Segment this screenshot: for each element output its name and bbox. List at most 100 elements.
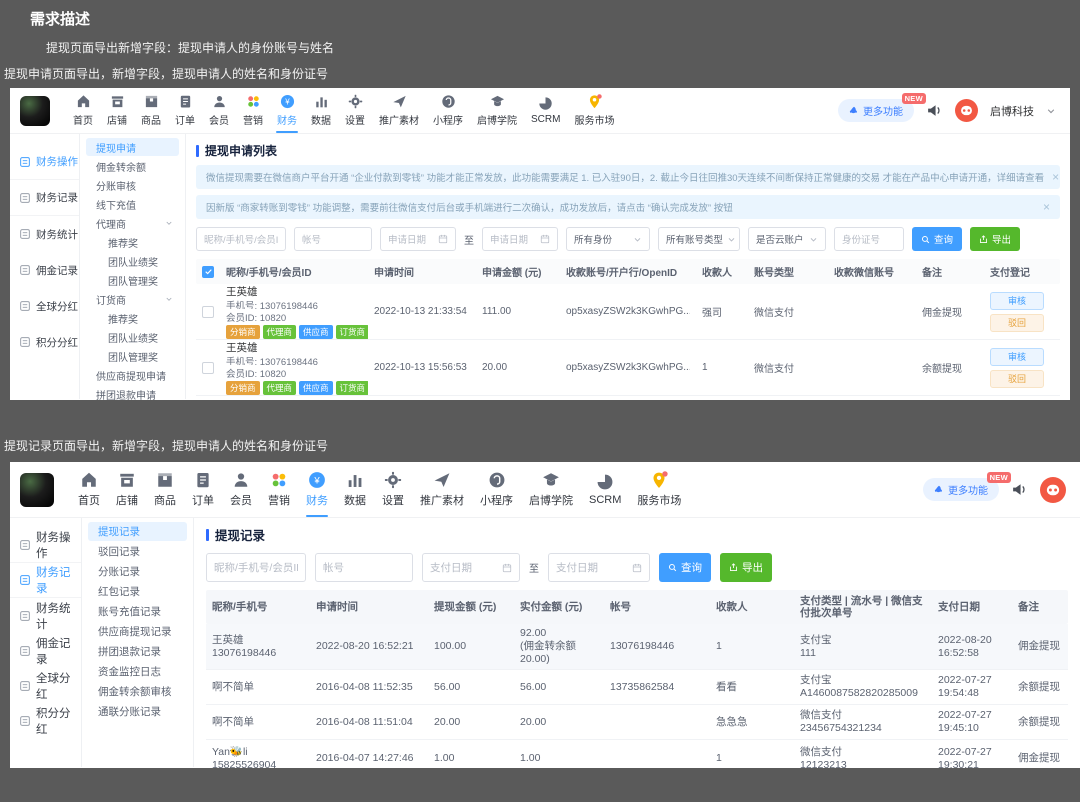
- submenu-item-团队管理奖[interactable]: 团队管理奖: [86, 347, 179, 365]
- filter-input[interactable]: 帐号: [315, 553, 413, 582]
- nav-item-marketing[interactable]: 营销: [236, 88, 270, 133]
- filter-input[interactable]: 昵称/手机号/会员ID: [206, 553, 306, 582]
- nav-item-store[interactable]: 店铺: [100, 88, 134, 133]
- nav-item-finance[interactable]: ¥ 财务: [298, 462, 336, 517]
- row-checkbox[interactable]: [202, 305, 214, 318]
- audit-button[interactable]: 审核: [990, 347, 1044, 366]
- filter-input[interactable]: 身份证号: [834, 227, 904, 251]
- submenu-item-代理商[interactable]: 代理商: [86, 214, 179, 232]
- sidebar-item-label: 积分分红: [36, 707, 71, 736]
- nav-item-market[interactable]: 服务市场: [629, 462, 689, 517]
- filter-input[interactable]: 申请日期: [380, 227, 456, 251]
- nav-item-finance[interactable]: ¥ 财务: [270, 88, 304, 133]
- filter-input[interactable]: 支付日期: [422, 553, 520, 582]
- filter-input[interactable]: 昵称/手机号/会员ID: [196, 227, 286, 251]
- submenu-item-佣金转余额审核[interactable]: 佣金转余额审核: [88, 682, 187, 701]
- submenu-item-团队业绩奖[interactable]: 团队业绩奖: [86, 252, 179, 270]
- sidebar-item-全球分红[interactable]: 全球分红: [10, 288, 79, 324]
- submenu-item-线下充值[interactable]: 线下充值: [86, 195, 179, 213]
- nav-item-miniapp[interactable]: 小程序: [472, 462, 521, 517]
- nav-item-academy[interactable]: 启博学院: [521, 462, 581, 517]
- submenu-item-拼团退款申请[interactable]: 拼团退款申请: [86, 385, 179, 401]
- nav-item-home[interactable]: 首页: [70, 462, 108, 517]
- export-button[interactable]: 导出: [720, 553, 772, 582]
- nav-item-promo[interactable]: 推广素材: [412, 462, 472, 517]
- sidebar-item-财务统计[interactable]: 财务统计: [10, 216, 79, 252]
- submenu-item-红包记录[interactable]: 红包记录: [88, 582, 187, 601]
- submenu-item-分账记录[interactable]: 分账记录: [88, 562, 187, 581]
- nav-item-store[interactable]: 店铺: [108, 462, 146, 517]
- nav-item-home[interactable]: 首页: [66, 88, 100, 133]
- submenu-item-账号充值记录[interactable]: 账号充值记录: [88, 602, 187, 621]
- announcement-speaker-icon[interactable]: [926, 102, 943, 119]
- search-button[interactable]: 查询: [912, 227, 963, 251]
- sidebar-item-财务记录[interactable]: 财务记录: [10, 563, 81, 598]
- export-button[interactable]: 导出: [970, 227, 1021, 251]
- nav-item-market[interactable]: 服务市场: [567, 88, 621, 133]
- reject-button[interactable]: 驳回: [990, 313, 1044, 332]
- submenu-item-供应商提现记录[interactable]: 供应商提现记录: [88, 622, 187, 641]
- nav-item-settings[interactable]: 设置: [338, 88, 372, 133]
- title-bar: [206, 528, 209, 541]
- input-placeholder: 帐号: [302, 235, 322, 246]
- sidebar-item-财务记录[interactable]: 财务记录: [10, 180, 79, 216]
- submenu-item-分账审核[interactable]: 分账审核: [86, 176, 179, 194]
- announcement-speaker-icon[interactable]: [1011, 481, 1028, 498]
- nav-item-goods[interactable]: 商品: [134, 88, 168, 133]
- submenu-item-团队管理奖[interactable]: 团队管理奖: [86, 271, 179, 289]
- close-icon[interactable]: ×: [1035, 200, 1050, 214]
- audit-button[interactable]: 审核: [990, 291, 1044, 310]
- submenu-item-供应商提现申请[interactable]: 供应商提现申请: [86, 366, 179, 384]
- filter-input[interactable]: 帐号: [294, 227, 372, 251]
- reject-button[interactable]: 驳回: [990, 369, 1044, 388]
- sidebar-item-财务统计[interactable]: 财务统计: [10, 598, 81, 633]
- nav-item-marketing[interactable]: 营销: [260, 462, 298, 517]
- table-header-row: 昵称/手机号 申请时间 提现金额 (元) 实付金额 (元) 帐号 收款人 支付类型 | 流水…: [206, 590, 1068, 624]
- search-button[interactable]: 查询: [659, 553, 711, 582]
- nav-item-scrm[interactable]: SCRM: [524, 88, 567, 133]
- submenu-item-推荐奖[interactable]: 推荐奖: [86, 233, 179, 251]
- nav-item-member[interactable]: 会员: [202, 88, 236, 133]
- more-features-button[interactable]: 更多功能 NEW: [838, 93, 926, 122]
- submenu-item-团队业绩奖[interactable]: 团队业绩奖: [86, 328, 179, 346]
- submenu-item-佣金转余额[interactable]: 佣金转余额: [86, 157, 179, 175]
- user-avatar[interactable]: [1040, 476, 1066, 503]
- user-avatar[interactable]: [955, 99, 978, 122]
- filter-select[interactable]: 所有身份: [566, 227, 650, 251]
- submenu-item-通联分账记录[interactable]: 通联分账记录: [88, 702, 187, 721]
- filter-select[interactable]: 是否云账户: [748, 227, 826, 251]
- sidebar-item-佣金记录[interactable]: 佣金记录: [10, 633, 81, 668]
- nav-item-order[interactable]: 订单: [168, 88, 202, 133]
- sidebar-item-积分分红[interactable]: 积分分红: [10, 703, 81, 738]
- nav-item-academy[interactable]: 启博学院: [470, 88, 524, 133]
- nav-item-miniapp[interactable]: 小程序: [426, 88, 470, 133]
- nav-item-data[interactable]: 数据: [304, 88, 338, 133]
- sidebar-item-财务操作[interactable]: 财务操作: [10, 528, 81, 563]
- nav-item-member[interactable]: 会员: [222, 462, 260, 517]
- chevron-down-icon[interactable]: [1046, 106, 1056, 116]
- close-icon[interactable]: ×: [1044, 170, 1059, 184]
- submenu-item-订货商[interactable]: 订货商: [86, 290, 179, 308]
- filter-input[interactable]: 申请日期: [482, 227, 558, 251]
- filter-input[interactable]: 支付日期: [548, 553, 650, 582]
- submenu-item-提现记录[interactable]: 提现记录: [88, 522, 187, 541]
- submenu-item-推荐奖[interactable]: 推荐奖: [86, 309, 179, 327]
- nav-item-goods[interactable]: 商品: [146, 462, 184, 517]
- nav-item-order[interactable]: 订单: [184, 462, 222, 517]
- more-features-button[interactable]: 更多功能 NEW: [923, 472, 1011, 501]
- sidebar-item-全球分红[interactable]: 全球分红: [10, 668, 81, 703]
- sidebar-item-积分分红[interactable]: 积分分红: [10, 324, 79, 360]
- filter-select[interactable]: 所有账号类型: [658, 227, 740, 251]
- nav-item-promo[interactable]: 推广素材: [372, 88, 426, 133]
- submenu-item-拼团退款记录[interactable]: 拼团退款记录: [88, 642, 187, 661]
- submenu-item-资金监控日志[interactable]: 资金监控日志: [88, 662, 187, 681]
- submenu-item-提现申请[interactable]: 提现申请: [86, 138, 179, 156]
- submenu-item-驳回记录[interactable]: 驳回记录: [88, 542, 187, 561]
- nav-item-data[interactable]: 数据: [336, 462, 374, 517]
- select-all-checkbox[interactable]: [202, 265, 214, 278]
- sidebar-item-佣金记录[interactable]: 佣金记录: [10, 252, 79, 288]
- nav-item-scrm[interactable]: SCRM: [581, 462, 629, 517]
- row-checkbox[interactable]: [202, 361, 214, 374]
- nav-item-settings[interactable]: 设置: [374, 462, 412, 517]
- sidebar-item-财务操作[interactable]: 财务操作: [10, 144, 79, 180]
